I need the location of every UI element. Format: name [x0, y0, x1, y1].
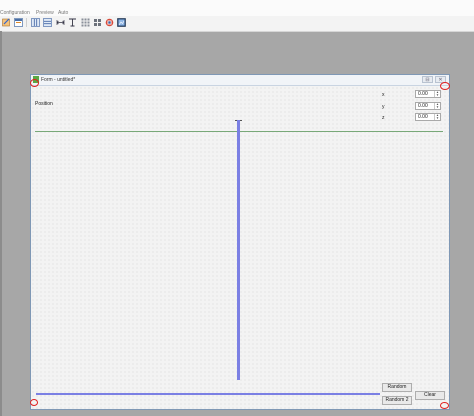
widget-icon[interactable] — [105, 18, 114, 27]
toolbar — [0, 16, 474, 32]
form-canvas[interactable]: Position x 0.00 ▲ ▼ y 0.00 ▲ ▼ z 0.00 ▲ ▼ R… — [31, 86, 449, 409]
form-titlebar[interactable]: Form - untitled* ⊟ ✕ — [31, 75, 449, 86]
random-button[interactable]: Random — [382, 383, 412, 392]
restore-icon[interactable]: ⊟ — [422, 76, 433, 83]
preview-icon[interactable] — [117, 18, 126, 27]
toolbar-separator — [26, 18, 27, 27]
y-label: y — [382, 104, 385, 110]
menu-bar: Configuration Preview Auto — [0, 0, 474, 16]
horizontal-plot-line — [36, 393, 380, 395]
layout-horizontal-icon[interactable] — [43, 18, 52, 27]
form-window[interactable]: Form - untitled* ⊟ ✕ Position x 0.00 ▲ ▼ … — [30, 74, 450, 410]
edit-icon[interactable] — [2, 18, 11, 27]
annotation-mark-bottom-right — [440, 402, 449, 409]
grid-icon[interactable] — [81, 18, 90, 27]
layout-vertical-icon[interactable] — [31, 18, 40, 27]
x-value: 0.00 — [418, 91, 428, 97]
form-title: Form - untitled* — [41, 77, 76, 83]
vertical-plot-line — [237, 120, 240, 380]
spin-arrows-icon[interactable]: ▲ ▼ — [434, 103, 440, 109]
annotation-mark-top-left — [30, 79, 39, 87]
z-label: z — [382, 115, 385, 121]
position-label: Position — [35, 101, 53, 107]
annotation-mark-top-right — [440, 82, 450, 90]
annotation-mark-bottom-left — [30, 399, 38, 406]
left-edge-strip — [0, 31, 2, 416]
grid-small-icon[interactable] — [93, 18, 102, 27]
y-value: 0.00 — [418, 103, 428, 109]
clear-button[interactable]: Clear — [415, 391, 445, 400]
text-icon[interactable] — [68, 18, 77, 27]
splitter-icon[interactable] — [56, 18, 65, 27]
x-spinbox[interactable]: 0.00 ▲ ▼ — [415, 90, 441, 98]
y-spinbox[interactable]: 0.00 ▲ ▼ — [415, 102, 441, 110]
x-label: x — [382, 92, 385, 98]
spin-arrows-icon[interactable]: ▲ ▼ — [434, 91, 440, 97]
z-spinbox[interactable]: 0.00 ▲ ▼ — [415, 113, 441, 121]
form-icon[interactable] — [14, 18, 23, 27]
z-value: 0.00 — [418, 114, 428, 120]
spin-arrows-icon[interactable]: ▲ ▼ — [434, 114, 440, 120]
random2-button[interactable]: Random 2 — [382, 396, 412, 405]
